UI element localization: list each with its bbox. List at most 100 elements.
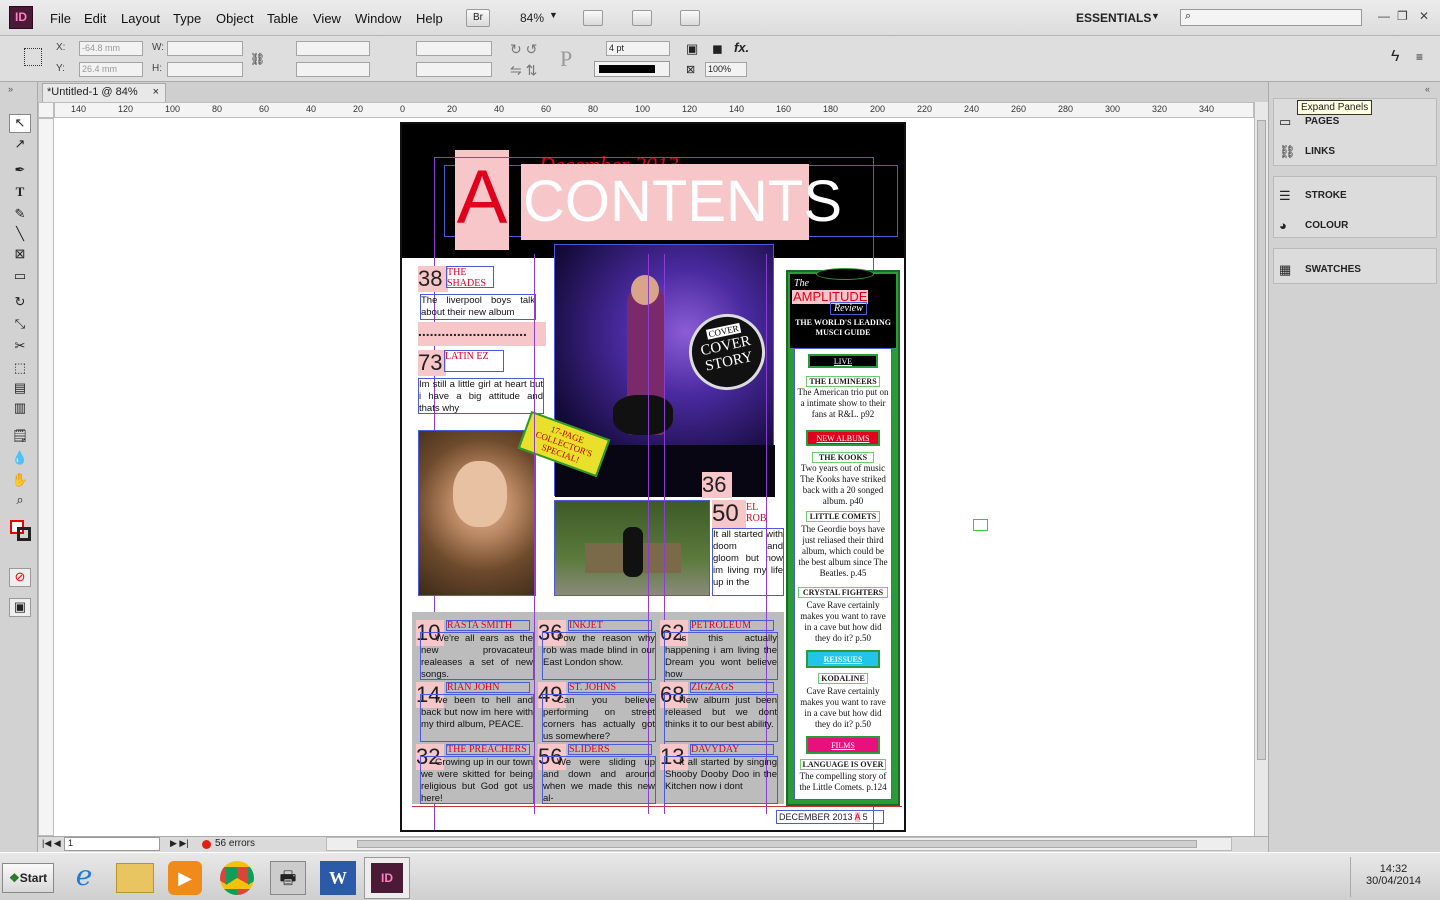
internet-explorer-icon[interactable]: ℯ bbox=[64, 859, 104, 897]
opacity-field[interactable]: 100% bbox=[705, 62, 747, 77]
x-field[interactable]: -64.8 mm bbox=[79, 41, 143, 56]
grid-story-heading[interactable]: RIAN JOHN bbox=[446, 682, 530, 693]
menu-help[interactable]: Help bbox=[416, 11, 443, 26]
grid-story-text[interactable]: We were sliding up and down and around w… bbox=[542, 756, 656, 804]
grid-story-text[interactable]: New album just been released but we dont… bbox=[664, 694, 778, 742]
story-heading[interactable]: THE SHADES bbox=[446, 266, 494, 289]
zoom-tool-icon[interactable]: ⌕ bbox=[9, 492, 31, 511]
note-tool-icon[interactable]: 🗒 bbox=[9, 428, 31, 447]
minimize-icon[interactable]: — bbox=[1378, 9, 1390, 23]
grid-story-text[interactable]: Is this actually happening i am living t… bbox=[664, 632, 778, 680]
sidebar-item-text[interactable]: Two years out of music The Kooks have st… bbox=[796, 463, 890, 507]
grid-story-heading[interactable]: SLIDERS bbox=[568, 744, 652, 755]
section-reissues[interactable]: REISSUES bbox=[806, 650, 880, 668]
screen-mode-tool-icon[interactable]: ▣ bbox=[9, 598, 31, 617]
vertical-scroll-thumb[interactable] bbox=[1257, 120, 1266, 760]
apply-none-icon[interactable]: ⊘ bbox=[9, 568, 31, 587]
story-number-36[interactable]: 36 bbox=[702, 472, 732, 498]
sidebar-item-heading[interactable]: LANGUAGE IS OVER bbox=[800, 759, 886, 770]
story-number[interactable]: 50 bbox=[712, 500, 746, 528]
menu-file[interactable]: File bbox=[50, 11, 71, 26]
reference-point-icon[interactable] bbox=[24, 48, 42, 66]
rectangle-tool-icon[interactable]: ▭ bbox=[9, 268, 31, 287]
pen-tool-icon[interactable]: ✒ bbox=[9, 162, 31, 181]
section-films[interactable]: FILMS bbox=[806, 736, 880, 754]
story-heading[interactable]: EL ROB bbox=[746, 502, 772, 524]
pencil-tool-icon[interactable]: ✎ bbox=[9, 206, 31, 225]
zoom-dropdown-icon[interactable]: ▼ bbox=[549, 10, 558, 20]
grid-story-heading[interactable]: ST. JOHNS bbox=[568, 682, 652, 693]
collapse-panels-icon[interactable]: « bbox=[1425, 84, 1430, 94]
panel-stroke[interactable]: STROKE bbox=[1305, 190, 1347, 201]
selection-tool-icon[interactable]: ↖ bbox=[9, 114, 31, 133]
scissors-tool-icon[interactable]: ✂ bbox=[9, 338, 31, 357]
width-field[interactable] bbox=[167, 41, 243, 56]
menu-view[interactable]: View bbox=[313, 11, 341, 26]
search-input[interactable]: ⌕ bbox=[1180, 9, 1362, 26]
stroke-type-select[interactable] bbox=[594, 61, 670, 77]
photo-man-on-bench[interactable] bbox=[554, 500, 710, 596]
stroke-swatch-icon[interactable] bbox=[17, 527, 31, 541]
eyedropper-tool-icon[interactable]: 💧 bbox=[9, 450, 31, 469]
gradient-swatch-tool-icon[interactable]: ▤ bbox=[9, 380, 31, 399]
photo-girl[interactable] bbox=[418, 430, 536, 596]
panel-colour[interactable]: COLOUR bbox=[1305, 220, 1348, 231]
story-text[interactable]: The liverpool boys talk about their new … bbox=[420, 294, 536, 320]
effects-icon[interactable]: fx. bbox=[734, 40, 749, 55]
panel-links[interactable]: LINKS bbox=[1305, 146, 1335, 157]
rectangle-frame-tool-icon[interactable]: ⊠ bbox=[9, 246, 31, 265]
arrange-documents-icon[interactable] bbox=[680, 10, 700, 26]
drop-shadow-icon[interactable]: ▣ bbox=[686, 41, 698, 57]
panel-swatches[interactable]: SWATCHES bbox=[1305, 264, 1361, 275]
section-live[interactable]: LIVE bbox=[808, 354, 878, 368]
scale-tool-icon[interactable]: ⤡ bbox=[9, 316, 31, 335]
empty-frame-marker[interactable] bbox=[973, 519, 988, 531]
sidebar-item-text[interactable]: Cave Rave certainly makes you want to ra… bbox=[796, 600, 890, 644]
sidebar-item-heading[interactable]: THE KOOKS bbox=[812, 452, 874, 463]
collapse-toolbox-icon[interactable]: » bbox=[8, 84, 13, 94]
bridge-button[interactable]: Br bbox=[466, 9, 490, 27]
menu-window[interactable]: Window bbox=[355, 11, 401, 26]
workspace-switcher[interactable]: ESSENTIALS bbox=[1076, 11, 1151, 25]
grid-story-text[interactable]: Pow the reason why rob was made blind in… bbox=[542, 632, 656, 680]
y-field[interactable]: 26.4 mm bbox=[79, 62, 143, 77]
direct-selection-tool-icon[interactable]: ↗ bbox=[9, 136, 31, 155]
sidebar-item-heading[interactable]: KODALINE bbox=[818, 673, 868, 684]
media-player-icon[interactable]: ▶ bbox=[168, 861, 202, 895]
workspace-dropdown-icon[interactable]: ▼ bbox=[1151, 11, 1160, 21]
tab-close-icon[interactable]: × bbox=[153, 86, 159, 98]
sidebar-item-heading[interactable]: THE LUMINEERS bbox=[806, 376, 880, 387]
restore-icon[interactable]: ❐ bbox=[1397, 9, 1408, 23]
vertical-scrollbar[interactable] bbox=[1254, 102, 1268, 836]
shadow-icon[interactable]: ◼ bbox=[712, 41, 723, 57]
sidebar-item-text[interactable]: The compelling story of the Little Comet… bbox=[796, 771, 890, 793]
close-icon[interactable]: ✕ bbox=[1419, 9, 1429, 23]
grid-story-heading[interactable]: INKJET bbox=[568, 620, 652, 631]
grid-story-heading[interactable]: PETROLEUM bbox=[690, 620, 774, 631]
constrain-proportions-icon[interactable]: ⛓ bbox=[250, 52, 265, 66]
clock[interactable]: 14:32 30/04/2014 bbox=[1350, 857, 1436, 897]
menu-table[interactable]: Table bbox=[267, 11, 298, 26]
horizontal-scrollbar[interactable] bbox=[326, 837, 1232, 851]
page-footer[interactable]: DECEMBER 2013 A 5 bbox=[776, 810, 884, 824]
menu-edit[interactable]: Edit bbox=[84, 11, 106, 26]
file-explorer-icon[interactable] bbox=[116, 863, 154, 893]
gradient-feather-tool-icon[interactable]: ▥ bbox=[9, 400, 31, 419]
flip-icon[interactable]: ⇋ ⇅ bbox=[510, 62, 537, 79]
rotate-icon[interactable]: ↻ ↺ bbox=[510, 41, 537, 58]
word-icon[interactable]: W bbox=[320, 861, 356, 895]
story-text[interactable]: Im still a little girl at heart but i ha… bbox=[418, 378, 544, 414]
tab-untitled-1[interactable]: *Untitled-1 @ 84% × bbox=[42, 83, 166, 102]
panel-pages[interactable]: PAGES bbox=[1305, 116, 1339, 127]
story-text[interactable]: It all started with doom and gloom but n… bbox=[712, 528, 784, 596]
page-number-field[interactable]: 1 bbox=[64, 837, 160, 851]
screen-mode-icon[interactable] bbox=[632, 10, 652, 26]
sidebar-item-text[interactable]: The American trio put on a intimate show… bbox=[796, 387, 890, 420]
panel-menu-icon[interactable]: ≡ bbox=[1416, 50, 1423, 64]
sidebar-item-text[interactable]: Cave Rave certainly makes you want to ra… bbox=[796, 686, 890, 730]
ruler-origin[interactable] bbox=[38, 102, 54, 118]
indesign-taskbar-button[interactable]: ID bbox=[364, 857, 410, 899]
next-page-icon[interactable]: ▶ ▶| bbox=[170, 838, 189, 849]
story-number[interactable]: 73 bbox=[418, 350, 446, 376]
grid-story-heading[interactable]: THE PREACHERS bbox=[446, 744, 530, 755]
